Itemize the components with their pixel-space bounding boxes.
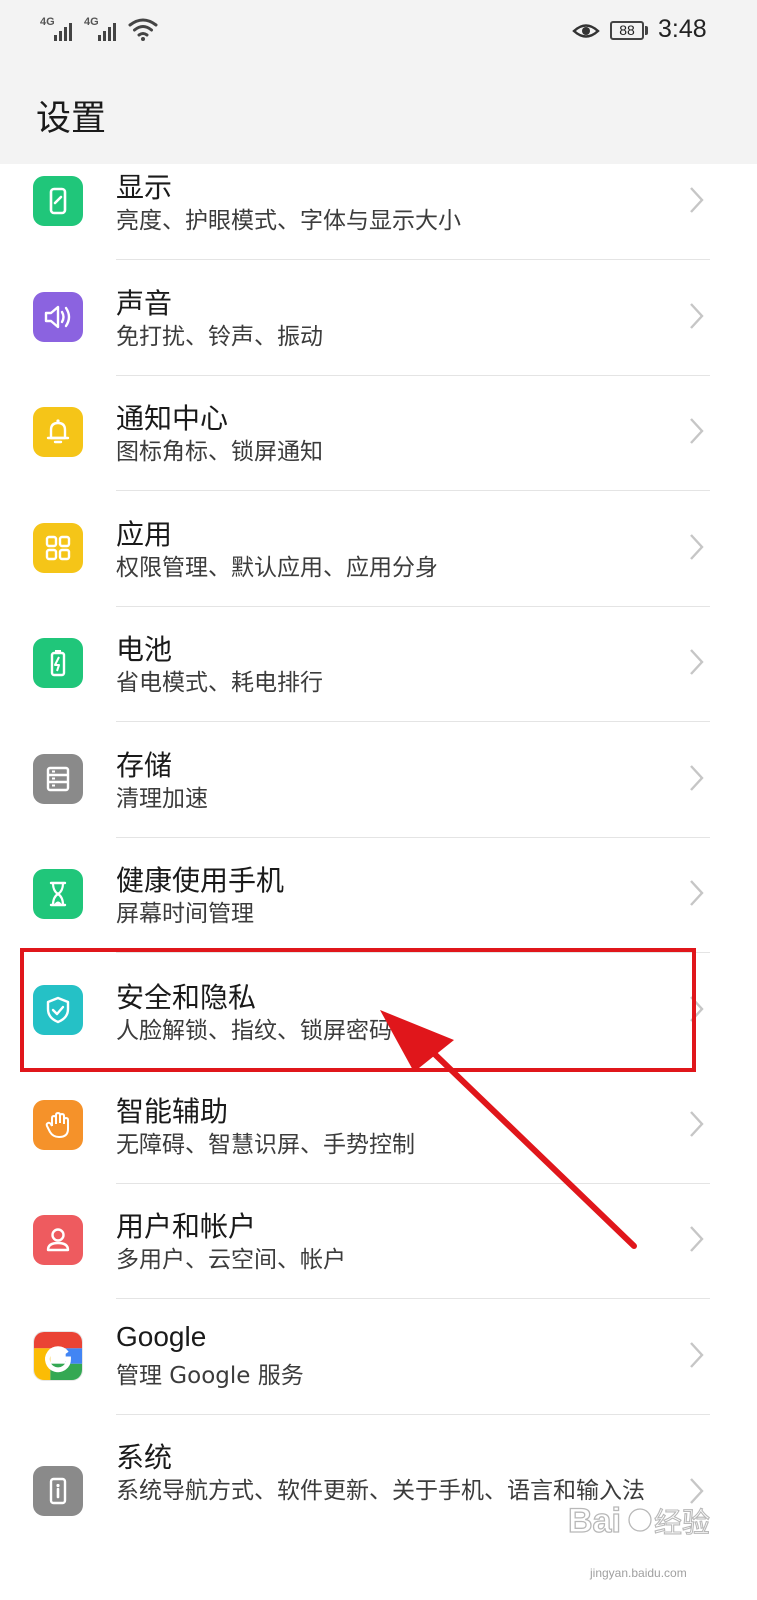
- settings-item-subtitle: 系统导航方式、软件更新、关于手机、语言和输入法: [116, 1478, 645, 1504]
- settings-item-subtitle: 人脸解锁、指纹、锁屏密码: [116, 1018, 392, 1044]
- shield-icon: [33, 985, 83, 1035]
- settings-item-title: Google: [116, 1321, 207, 1352]
- watermark-url: jingyan.baidu.com: [590, 1566, 687, 1580]
- storage-icon: [33, 754, 83, 804]
- settings-item-subtitle: 省电模式、耗电排行: [116, 670, 323, 696]
- chevron-right-icon: [690, 1342, 704, 1368]
- battery-icon: 88: [610, 21, 644, 40]
- settings-item-title: 健康使用手机: [116, 864, 285, 897]
- speaker-icon: [33, 292, 83, 342]
- eye-comfort-icon: [572, 24, 600, 38]
- divider: [116, 259, 710, 260]
- chevron-right-icon: [690, 418, 704, 444]
- settings-item-accessibility[interactable]: 智能辅助 无障碍、智慧识屏、手势控制: [0, 1088, 757, 1203]
- divider: [116, 606, 710, 607]
- divider: [116, 375, 710, 376]
- settings-item-subtitle: 免打扰、铃声、振动: [116, 324, 323, 350]
- settings-item-subtitle: 无障碍、智慧识屏、手势控制: [116, 1132, 415, 1158]
- chevron-right-icon: [690, 996, 704, 1022]
- chevron-right-icon: [690, 303, 704, 329]
- settings-item-users[interactable]: 用户和帐户 多用户、云空间、帐户: [0, 1203, 757, 1318]
- settings-item-subtitle: 多用户、云空间、帐户: [116, 1247, 346, 1273]
- battery-cap: [645, 26, 648, 35]
- system-info-icon: [33, 1466, 83, 1516]
- apps-grid-icon: [33, 523, 83, 573]
- settings-item-title: 声音: [116, 287, 173, 320]
- settings-item-subtitle: 屏幕时间管理: [116, 901, 254, 927]
- settings-item-apps[interactable]: 应用 权限管理、默认应用、应用分身: [0, 511, 757, 626]
- chevron-right-icon: [690, 765, 704, 791]
- hourglass-icon: [33, 869, 83, 919]
- page-title: 设置: [36, 99, 107, 139]
- settings-item-title: 智能辅助: [116, 1095, 229, 1128]
- display-icon: [33, 176, 83, 226]
- chevron-right-icon: [690, 1111, 704, 1137]
- user-icon: [33, 1215, 83, 1265]
- divider: [116, 1183, 710, 1184]
- settings-item-subtitle: 权限管理、默认应用、应用分身: [116, 555, 438, 581]
- settings-item-title: 存储: [116, 749, 173, 782]
- settings-item-subtitle: 图标角标、锁屏通知: [116, 439, 323, 465]
- google-icon: [33, 1331, 83, 1381]
- divider: [116, 837, 710, 838]
- chevron-right-icon: [690, 1478, 704, 1504]
- settings-item-display[interactable]: 显示 亮度、护眼模式、字体与显示大小: [0, 164, 757, 279]
- title-bar: 设置: [0, 64, 757, 164]
- clock: 3:48: [658, 15, 707, 43]
- battery-charge-icon: [33, 638, 83, 688]
- signal-label: 4G: [84, 16, 99, 28]
- hand-icon: [33, 1100, 83, 1150]
- chevron-right-icon: [690, 1226, 704, 1252]
- signal-label: 4G: [40, 16, 55, 28]
- settings-item-digital-balance[interactable]: 健康使用手机 屏幕时间管理: [0, 857, 757, 972]
- divider: [116, 490, 710, 491]
- divider: [116, 1298, 710, 1299]
- settings-item-security[interactable]: 安全和隐私 人脸解锁、指纹、锁屏密码: [0, 972, 757, 1087]
- settings-item-subtitle: 清理加速: [116, 786, 208, 812]
- settings-item-title: 通知中心: [116, 402, 229, 435]
- divider: [116, 721, 710, 722]
- status-bar: 4G 4G 88 3:48: [0, 0, 757, 64]
- divider: [116, 952, 710, 953]
- settings-item-title: 系统: [116, 1441, 173, 1474]
- settings-item-title: 应用: [116, 518, 173, 551]
- settings-item-title: 显示: [116, 171, 173, 204]
- chevron-right-icon: [690, 649, 704, 675]
- settings-item-storage[interactable]: 存储 清理加速: [0, 742, 757, 857]
- settings-item-title: 电池: [116, 633, 173, 666]
- settings-item-title: 安全和隐私: [116, 981, 257, 1014]
- chevron-right-icon: [690, 534, 704, 560]
- chevron-right-icon: [690, 187, 704, 213]
- divider: [116, 1414, 710, 1415]
- bell-icon: [33, 407, 83, 457]
- settings-item-subtitle: 管理 Google 服务: [116, 1363, 304, 1389]
- settings-item-notifications[interactable]: 通知中心 图标角标、锁屏通知: [0, 395, 757, 510]
- settings-item-battery[interactable]: 电池 省电模式、耗电排行: [0, 626, 757, 741]
- settings-item-sound[interactable]: 声音 免打扰、铃声、振动: [0, 280, 757, 395]
- battery-level: 88: [619, 22, 635, 38]
- chevron-right-icon: [690, 880, 704, 906]
- settings-item-google[interactable]: Google 管理 Google 服务: [0, 1319, 757, 1434]
- settings-item-title: 用户和帐户: [116, 1210, 257, 1243]
- settings-item-subtitle: 亮度、护眼模式、字体与显示大小: [116, 208, 461, 234]
- wifi-icon: [128, 18, 158, 41]
